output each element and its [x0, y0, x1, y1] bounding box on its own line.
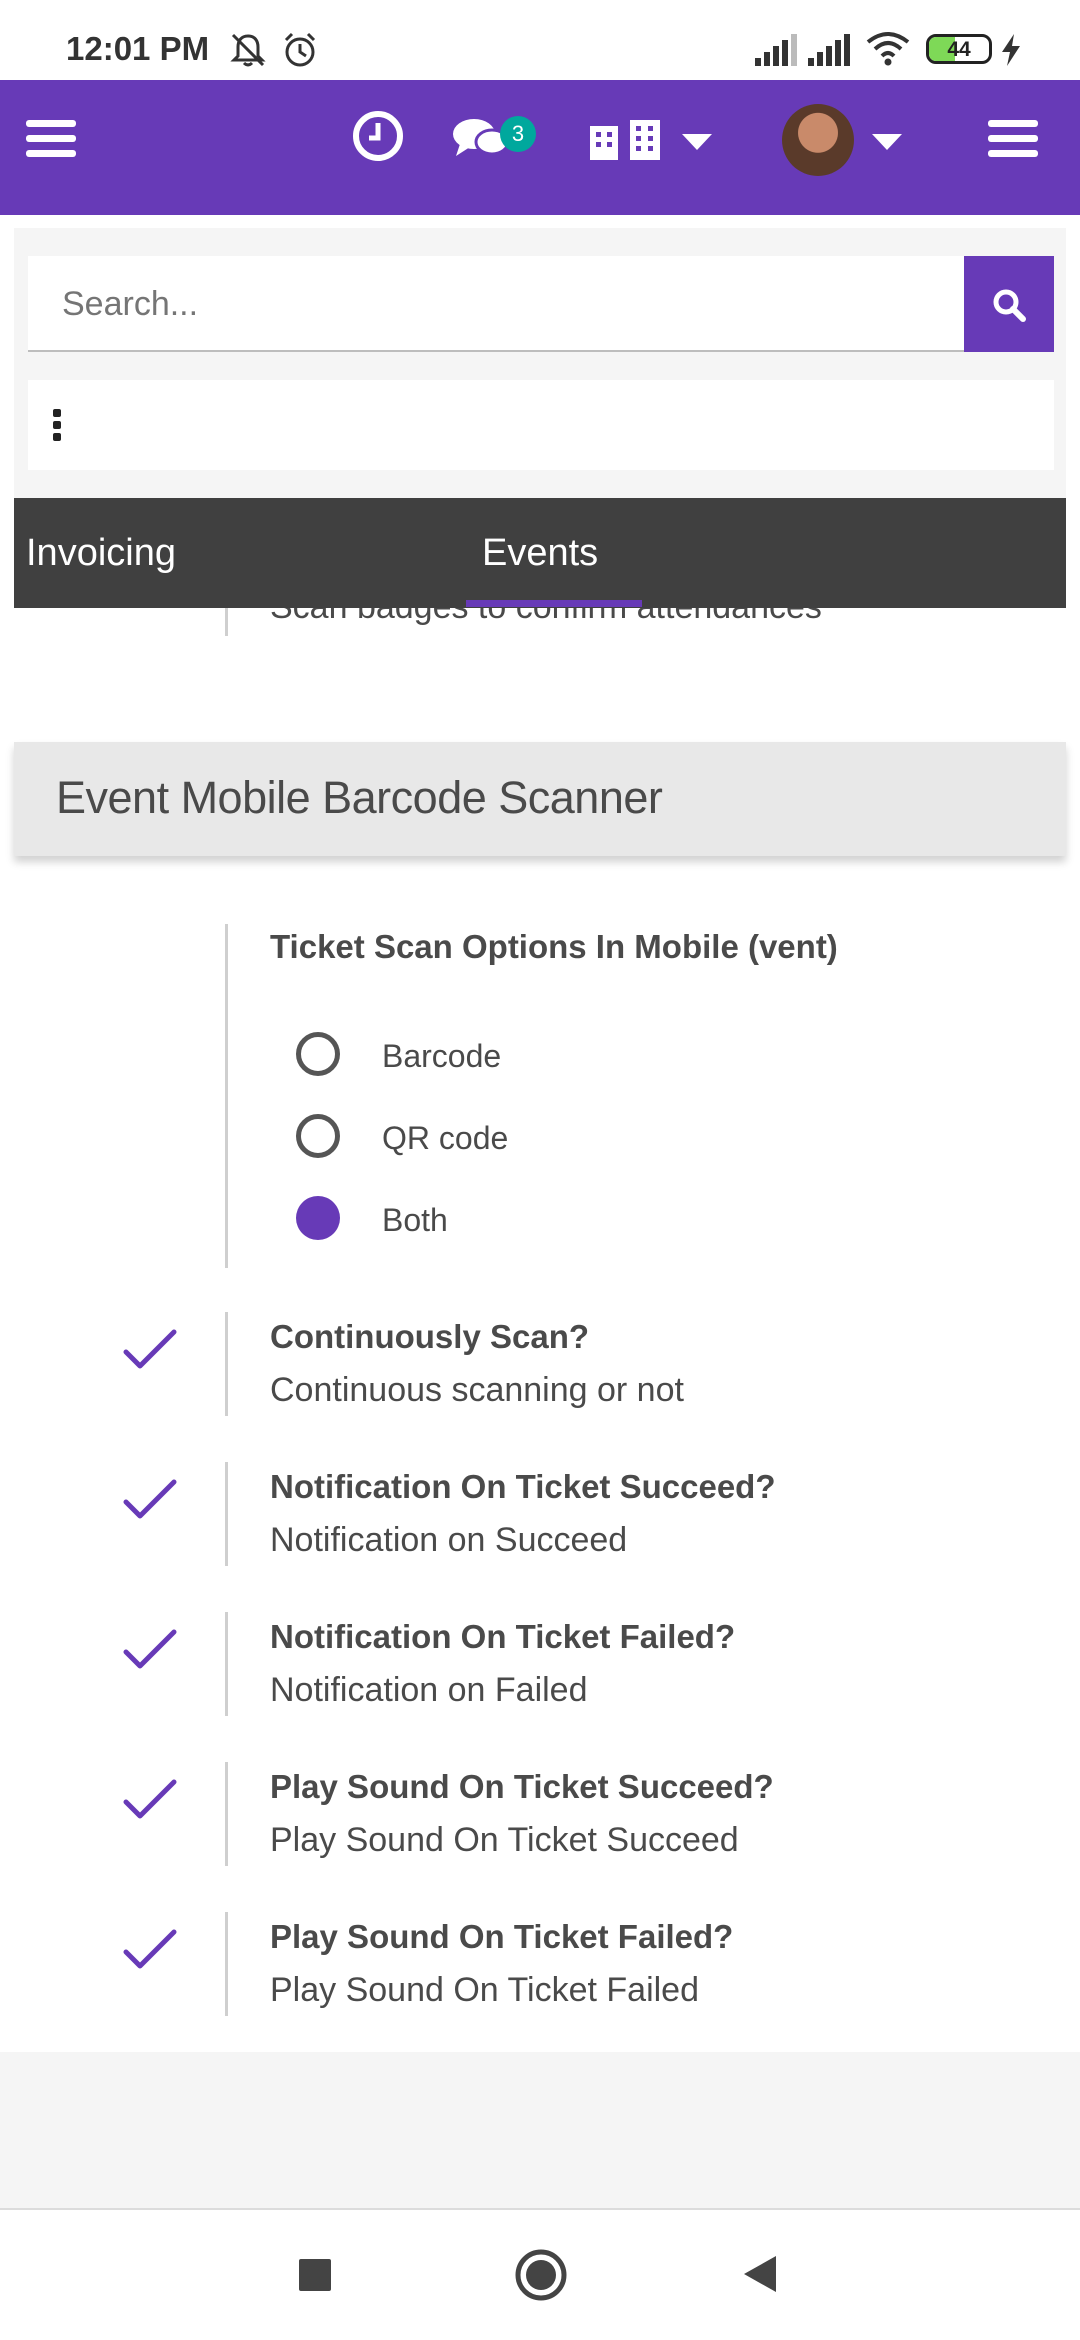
charging-icon [1002, 34, 1020, 66]
clock-icon[interactable] [352, 110, 404, 162]
status-time: 12:01 PM [66, 30, 210, 67]
radio-label-both: Both [382, 1202, 448, 1238]
setting-title: Notification On Ticket Failed? [270, 1618, 736, 1655]
chevron-down-icon[interactable] [872, 134, 902, 150]
setting-description: Notification on Succeed [270, 1521, 628, 1559]
scan-options-title: Ticket Scan Options In Mobile (vent) [270, 928, 838, 965]
recents-icon[interactable] [298, 2258, 332, 2292]
avatar[interactable] [782, 104, 854, 176]
setting-description: Play Sound On Ticket Failed [270, 1971, 700, 2009]
check-icon[interactable] [122, 1928, 178, 1972]
check-icon[interactable] [122, 1628, 178, 1672]
signal-icon [755, 34, 797, 66]
tab-events[interactable]: Events [482, 498, 598, 608]
tab-active-indicator [466, 600, 642, 607]
timeline-line [225, 924, 228, 1268]
setting-description: Play Sound On Ticket Succeed [270, 1821, 739, 1859]
timeline-line [225, 1762, 228, 1866]
signal-icon [808, 34, 850, 66]
timeline-line [225, 1912, 228, 2016]
setting-title: Play Sound On Ticket Succeed? [270, 1768, 774, 1805]
setting-description: Notification on Failed [270, 1671, 588, 1709]
tab-bar: Invoicing Events [14, 498, 1066, 608]
section-header: Event Mobile Barcode Scanner [14, 742, 1066, 856]
battery-icon: 44 [926, 34, 992, 64]
setting-description: Continuous scanning or not [270, 1371, 684, 1409]
back-icon[interactable] [742, 2254, 778, 2294]
search-button[interactable] [964, 256, 1054, 352]
search-icon [993, 289, 1026, 322]
check-icon[interactable] [122, 1328, 178, 1372]
navigation-bar [0, 2210, 1080, 2340]
more-options-row [28, 380, 1054, 470]
setting-title: Notification On Ticket Succeed? [270, 1468, 776, 1505]
timeline-line [225, 1462, 228, 1566]
status-bar: 12:01 PM 44 [0, 0, 1080, 80]
radio-label-barcode: Barcode [382, 1038, 502, 1074]
mute-icon [230, 33, 266, 67]
setting-title: Continuously Scan? [270, 1318, 590, 1355]
check-icon[interactable] [122, 1478, 178, 1522]
battery-level: 44 [947, 38, 971, 61]
setting-title: Play Sound On Ticket Failed? [270, 1918, 734, 1955]
section-title: Event Mobile Barcode Scanner [56, 772, 663, 823]
app-bar: 3 [0, 80, 1080, 215]
timeline-line [225, 1312, 228, 1416]
menu-icon[interactable] [988, 118, 1038, 160]
radio-qr-code[interactable] [296, 1114, 340, 1158]
check-icon[interactable] [122, 1778, 178, 1822]
alarm-icon [284, 32, 316, 67]
menu-icon[interactable] [26, 118, 76, 160]
messages-badge: 3 [500, 116, 536, 152]
more-vertical-icon[interactable] [52, 408, 62, 442]
wifi-icon [866, 32, 910, 66]
timeline-line [225, 1612, 228, 1716]
home-icon[interactable] [514, 2248, 568, 2302]
tab-invoicing[interactable]: Invoicing [26, 498, 176, 608]
building-icon[interactable] [588, 120, 666, 160]
page-footer-area [0, 2052, 1080, 2210]
radio-label-qr-code: QR code [382, 1120, 509, 1156]
radio-barcode[interactable] [296, 1032, 340, 1076]
search-input[interactable]: Search... [28, 256, 964, 352]
chevron-down-icon[interactable] [682, 134, 712, 150]
radio-both[interactable] [296, 1196, 340, 1240]
